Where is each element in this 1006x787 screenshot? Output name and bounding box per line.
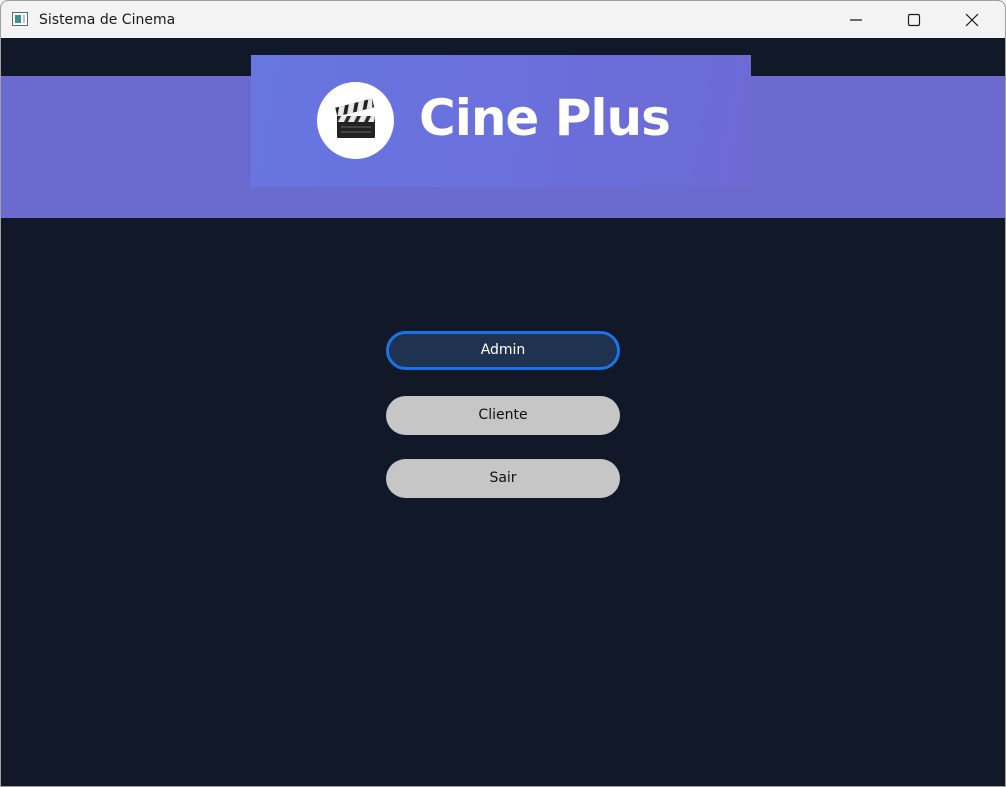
main-content: Cine Plus Admin Cliente Sair (1, 38, 1005, 786)
admin-button[interactable]: Admin (386, 331, 620, 370)
close-button[interactable] (943, 1, 1001, 38)
logo-badge (317, 82, 394, 159)
sair-button[interactable]: Sair (386, 459, 620, 498)
brand-name: Cine Plus (419, 89, 671, 147)
minimize-button[interactable] (827, 1, 885, 38)
maximize-button[interactable] (885, 1, 943, 38)
maximize-icon (907, 13, 921, 27)
app-window: Sistema de Cinema Cine Plus Admin Client… (0, 0, 1006, 787)
title-bar[interactable]: Sistema de Cinema (1, 1, 1005, 38)
cliente-button[interactable]: Cliente (386, 396, 620, 435)
brand-banner: Cine Plus (251, 55, 751, 187)
minimize-icon (850, 19, 862, 21)
app-icon (12, 12, 28, 26)
close-icon (965, 13, 979, 27)
window-title: Sistema de Cinema (39, 12, 176, 28)
clapperboard-icon (335, 98, 375, 138)
